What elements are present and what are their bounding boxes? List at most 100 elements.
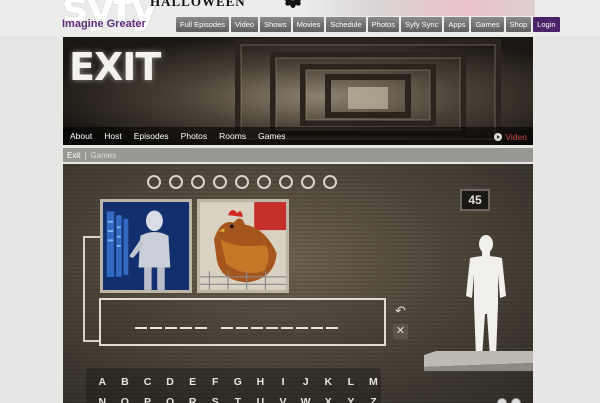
- site-header: syfy Imagine Greater HALLOWEEN Full Epis…: [0, 0, 600, 36]
- video-link[interactable]: Video: [494, 132, 527, 142]
- key-v[interactable]: V: [272, 396, 295, 403]
- letter-slot: [326, 327, 338, 329]
- key-f[interactable]: F: [204, 376, 227, 388]
- breadcrumb-current: Games: [90, 150, 117, 160]
- key-m[interactable]: M: [362, 376, 385, 388]
- nav-games[interactable]: Games: [471, 17, 504, 32]
- subnav-episodes[interactable]: Episodes: [134, 131, 169, 141]
- clear-icon[interactable]: ✕: [393, 324, 408, 339]
- key-x[interactable]: X: [317, 396, 340, 403]
- login-button[interactable]: Login: [533, 17, 560, 32]
- breadcrumb-root[interactable]: Exit: [67, 151, 80, 160]
- letter-slot: [251, 327, 263, 329]
- sound-toggle-icon[interactable]: [497, 398, 507, 403]
- key-e[interactable]: E: [181, 376, 204, 388]
- video-link-label: Video: [505, 132, 527, 142]
- key-d[interactable]: D: [159, 376, 182, 388]
- letter-keyboard: A B C D E F G H I J K L M N O P Q R S T …: [86, 368, 381, 403]
- page: syfy Imagine Greater HALLOWEEN Full Epis…: [0, 0, 600, 403]
- key-q[interactable]: Q: [159, 396, 182, 403]
- progress-circle: [147, 175, 161, 189]
- letter-slot: [150, 327, 162, 329]
- progress-circles: [147, 175, 337, 189]
- help-icon[interactable]: [511, 398, 521, 403]
- progress-circle: [213, 175, 227, 189]
- key-n[interactable]: N: [91, 396, 114, 403]
- nav-video[interactable]: Video: [231, 17, 259, 32]
- answer-word-1: [135, 321, 207, 329]
- tagline: Imagine Greater: [62, 18, 146, 30]
- progress-circle: [279, 175, 293, 189]
- key-c[interactable]: C: [136, 376, 159, 388]
- letter-slot: [221, 327, 233, 329]
- word-puzzle-game: 45 ↶ ✕ A B C D E F G H I J K L M N O P Q…: [63, 164, 533, 403]
- answer-box[interactable]: [99, 298, 386, 346]
- key-s[interactable]: S: [204, 396, 227, 403]
- subnav-rooms[interactable]: Rooms: [219, 131, 246, 141]
- subnav-about[interactable]: About: [70, 131, 92, 141]
- nav-syfy-sync[interactable]: Syfy Sync: [401, 17, 443, 32]
- progress-circle: [169, 175, 183, 189]
- nav-apps[interactable]: Apps: [444, 17, 470, 32]
- key-w[interactable]: W: [294, 396, 317, 403]
- letter-slot: [135, 327, 147, 329]
- clue-image-robot: [100, 199, 192, 293]
- breadcrumb-separator: |: [84, 150, 87, 160]
- key-o[interactable]: O: [114, 396, 137, 403]
- key-p[interactable]: P: [136, 396, 159, 403]
- undo-icon[interactable]: ↶: [393, 303, 408, 318]
- clue-image-rooster: [197, 199, 289, 293]
- person-silhouette-icon: [460, 234, 512, 366]
- key-h[interactable]: H: [249, 376, 272, 388]
- game-controls: [497, 398, 521, 403]
- key-t[interactable]: T: [227, 396, 250, 403]
- header-splatter-decoration: [305, 0, 535, 16]
- progress-circle: [301, 175, 315, 189]
- ledge-platform: [424, 351, 533, 371]
- key-i[interactable]: I: [272, 376, 295, 388]
- key-k[interactable]: K: [317, 376, 340, 388]
- nav-photos[interactable]: Photos: [367, 17, 399, 32]
- progress-circle: [257, 175, 271, 189]
- show-subnav: About Host Episodes Photos Rooms Games V…: [63, 127, 533, 145]
- countdown-timer: 45: [460, 189, 490, 211]
- clue-connector-bracket: [83, 236, 100, 342]
- keyboard-row-2: N O P Q R S T U V W X Y Z: [91, 396, 385, 403]
- letter-slot: [266, 327, 278, 329]
- letter-slot: [296, 327, 308, 329]
- letter-slot: [180, 327, 192, 329]
- progress-circle: [191, 175, 205, 189]
- subnav-games[interactable]: Games: [258, 131, 285, 141]
- nav-schedule[interactable]: Schedule: [326, 17, 366, 32]
- breadcrumb: Exit | Games: [63, 148, 533, 162]
- letter-slot: [281, 327, 293, 329]
- answer-blanks: [135, 321, 338, 329]
- show-hero-banner: EXIT About Host Episodes Photos Rooms Ga…: [63, 37, 533, 145]
- subnav-photos[interactable]: Photos: [181, 131, 207, 141]
- nav-shows[interactable]: Shows: [260, 17, 291, 32]
- letter-slot: [165, 327, 177, 329]
- letter-slot: [195, 327, 207, 329]
- progress-circle: [235, 175, 249, 189]
- key-l[interactable]: L: [340, 376, 363, 388]
- key-r[interactable]: R: [181, 396, 204, 403]
- nav-shop[interactable]: Shop: [505, 17, 532, 32]
- halloween-promo[interactable]: HALLOWEEN: [150, 0, 246, 10]
- letter-slot: [236, 327, 248, 329]
- key-b[interactable]: B: [114, 376, 137, 388]
- subnav-host[interactable]: Host: [104, 131, 121, 141]
- key-z[interactable]: Z: [362, 396, 385, 403]
- keyboard-row-1: A B C D E F G H I J K L M: [91, 376, 385, 388]
- key-a[interactable]: A: [91, 376, 114, 388]
- nav-full-episodes[interactable]: Full Episodes: [176, 17, 230, 32]
- key-u[interactable]: U: [249, 396, 272, 403]
- progress-circle: [323, 175, 337, 189]
- nav-movies[interactable]: Movies: [292, 17, 325, 32]
- key-y[interactable]: Y: [340, 396, 363, 403]
- key-g[interactable]: G: [227, 376, 250, 388]
- key-j[interactable]: J: [294, 376, 317, 388]
- main-nav: Full Episodes Video Shows Movies Schedul…: [176, 17, 560, 32]
- letter-slot: [311, 327, 323, 329]
- show-title: EXIT: [69, 45, 161, 89]
- play-icon: [494, 133, 503, 141]
